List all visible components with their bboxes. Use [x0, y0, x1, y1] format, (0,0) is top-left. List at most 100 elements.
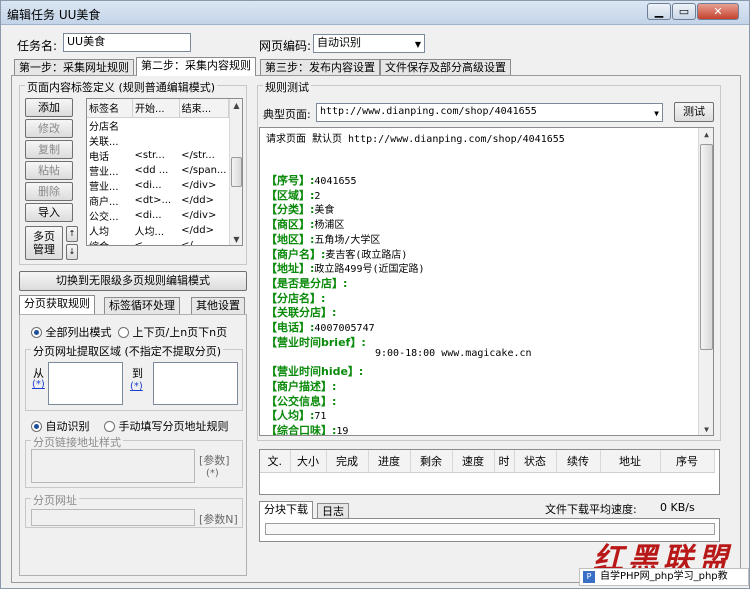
watermark-site-text: 自学PHP网_php学习_php教: [600, 571, 728, 582]
tag-grid-scroll-thumb[interactable]: [231, 157, 242, 187]
radio-all-list-dot: [31, 327, 42, 338]
radio-prev-next-dot: [118, 327, 129, 338]
add-button[interactable]: 添加: [25, 98, 73, 117]
radio-prev-next[interactable]: 上下页/上n页下n页: [118, 324, 227, 340]
scroll-up-icon: ▲: [704, 130, 709, 139]
download-col-header[interactable]: 时: [494, 450, 515, 473]
download-col-header[interactable]: 文.: [260, 450, 291, 473]
result-value: 政立路499号(近国定路): [314, 264, 425, 276]
result-scroll-thumb[interactable]: [700, 144, 713, 350]
download-col-header[interactable]: 大小: [290, 450, 327, 473]
test-result-box[interactable]: 请求页面 默认页 http://www.dianping.com/shop/40…: [259, 127, 714, 436]
result-scrollbar[interactable]: ▲ ▼: [698, 128, 713, 435]
table-row[interactable]: 分店名: [87, 117, 229, 133]
result-line: 【营业时间brief】:: [266, 334, 366, 350]
tag-start-cell: <dt>...: [134, 194, 172, 206]
radio-manual-dot: [104, 421, 115, 432]
col-start[interactable]: 开始...: [132, 99, 180, 118]
link-style-input[interactable]: [31, 449, 195, 483]
tab-paging-rules[interactable]: 分页获取规则: [19, 295, 95, 314]
from-input[interactable]: [48, 362, 123, 405]
page-url-input[interactable]: [31, 509, 195, 526]
typical-page-url: http://www.dianping.com/shop/4041655: [320, 106, 537, 117]
tab-step3[interactable]: 第三步：发布内容设置: [260, 59, 380, 76]
table-row[interactable]: 营业... <di... </div>: [87, 178, 229, 193]
task-name-input[interactable]: UU美食: [63, 33, 191, 52]
tag-name-cell: 分店名: [89, 121, 119, 133]
edit-button[interactable]: 修改: [25, 119, 73, 138]
col-tag-name[interactable]: 标签名: [87, 99, 134, 118]
result-line: 【营业时间hide】:: [266, 363, 363, 379]
radio-manual[interactable]: 手动填写分页地址规则: [104, 418, 229, 434]
page-url-param-button[interactable]: [参数N]: [199, 511, 238, 527]
copy-button[interactable]: 复制: [25, 140, 73, 159]
encoding-select[interactable]: 自动识别 ▼: [313, 34, 425, 53]
test-button[interactable]: 测试: [674, 102, 714, 122]
tag-grid-scrollbar[interactable]: ▲ ▼: [229, 99, 242, 245]
tab-tag-loop[interactable]: 标签循环处理: [104, 297, 180, 314]
download-col-header[interactable]: 速度: [452, 450, 495, 473]
tab-other-settings[interactable]: 其他设置: [191, 297, 245, 314]
download-list[interactable]: 文. 大小 完成 进度 剩余 速度时状态 续传 地址 序号: [259, 449, 720, 495]
table-row[interactable]: 营业... <dd ... </span...: [87, 163, 229, 178]
result-line: 【商区】:杨浦区: [266, 216, 344, 232]
tag-start-cell: <di...: [134, 179, 162, 191]
tab-step2[interactable]: 第二步：采集内容规则: [136, 57, 256, 76]
table-row[interactable]: 人均 人均... </dd>: [87, 223, 229, 238]
arrow-up-icon: ↑: [68, 229, 76, 238]
page-url-title: 分页网址: [31, 492, 79, 508]
result-line: 【电话】:4007005747: [266, 319, 375, 335]
table-row[interactable]: 关联...: [87, 133, 229, 148]
to-input[interactable]: [153, 362, 238, 405]
avg-speed-label: 文件下载平均速度:: [545, 503, 637, 516]
move-up-button[interactable]: ↑: [66, 226, 78, 242]
maximize-button[interactable]: ▭: [672, 3, 696, 20]
table-row[interactable]: 公交... <di... </div>: [87, 208, 229, 223]
chevron-down-icon: ▼: [654, 109, 659, 118]
close-button[interactable]: ✕: [697, 3, 739, 20]
link-style-param-button[interactable]: [参数]: [199, 452, 230, 468]
download-col-header[interactable]: 完成: [326, 450, 369, 473]
result-line: 【是否是分店】:: [266, 275, 347, 291]
table-row[interactable]: 电话 <str... </str...: [87, 148, 229, 163]
scroll-up-icon: ▲: [233, 101, 240, 110]
radio-auto-detect[interactable]: 自动识别: [31, 418, 90, 434]
typical-page-select[interactable]: http://www.dianping.com/shop/4041655 ▼: [316, 103, 663, 122]
download-col-header[interactable]: 状态: [514, 450, 557, 473]
switch-multilevel-button[interactable]: 切换到无限级多页规则编辑模式: [19, 271, 247, 291]
tab-log[interactable]: 日志: [317, 503, 349, 519]
download-col-header[interactable]: 剩余: [410, 450, 453, 473]
tag-end-cell: </...: [181, 239, 203, 246]
table-row[interactable]: 综合...<... </...: [87, 238, 229, 246]
result-value: 杨浦区: [314, 220, 345, 232]
to-param-link[interactable]: (*): [130, 381, 143, 392]
result-value: 2: [314, 190, 321, 202]
tab-step4[interactable]: 文件保存及部分高级设置: [380, 59, 511, 76]
move-down-button[interactable]: ↓: [66, 244, 78, 260]
minimize-button[interactable]: ▁: [647, 3, 671, 20]
radio-all-list[interactable]: 全部列出模式: [31, 324, 112, 340]
download-col-header[interactable]: 续传: [556, 450, 601, 473]
result-key: 【营业时间hide】:: [266, 365, 364, 379]
table-row[interactable]: 商户... <dt>... </dd>: [87, 193, 229, 208]
tab-step1[interactable]: 第一步：采集网址规则: [14, 59, 134, 76]
tab-block-download[interactable]: 分块下载: [259, 501, 313, 519]
download-col-header[interactable]: 进度: [368, 450, 411, 473]
result-line: 【关联分店】:: [266, 304, 336, 320]
encoding-value: 自动识别: [317, 36, 361, 49]
from-param-link[interactable]: (*): [32, 379, 45, 390]
tag-grid-header: 标签名 开始... 结束...: [87, 99, 230, 118]
close-icon: ✕: [713, 5, 723, 18]
import-button[interactable]: 导入: [25, 203, 73, 222]
link-style-title: 分页链接地址样式: [31, 434, 123, 450]
tag-end-cell: </span...: [181, 164, 227, 176]
download-list-header: 文. 大小 完成 进度 剩余 速度时状态 续传 地址 序号: [260, 450, 715, 473]
result-line: 【地区】:五角场/大学区: [266, 231, 380, 247]
tag-name-cell: 人均: [89, 226, 109, 238]
download-col-header[interactable]: 地址: [600, 450, 661, 473]
delete-button[interactable]: 删除: [25, 182, 73, 201]
col-end[interactable]: 结束...: [179, 99, 230, 118]
multipage-manage-button[interactable]: 多页 管理: [25, 226, 63, 260]
download-col-header[interactable]: 序号: [660, 450, 715, 473]
paste-button[interactable]: 粘帖: [25, 161, 73, 180]
